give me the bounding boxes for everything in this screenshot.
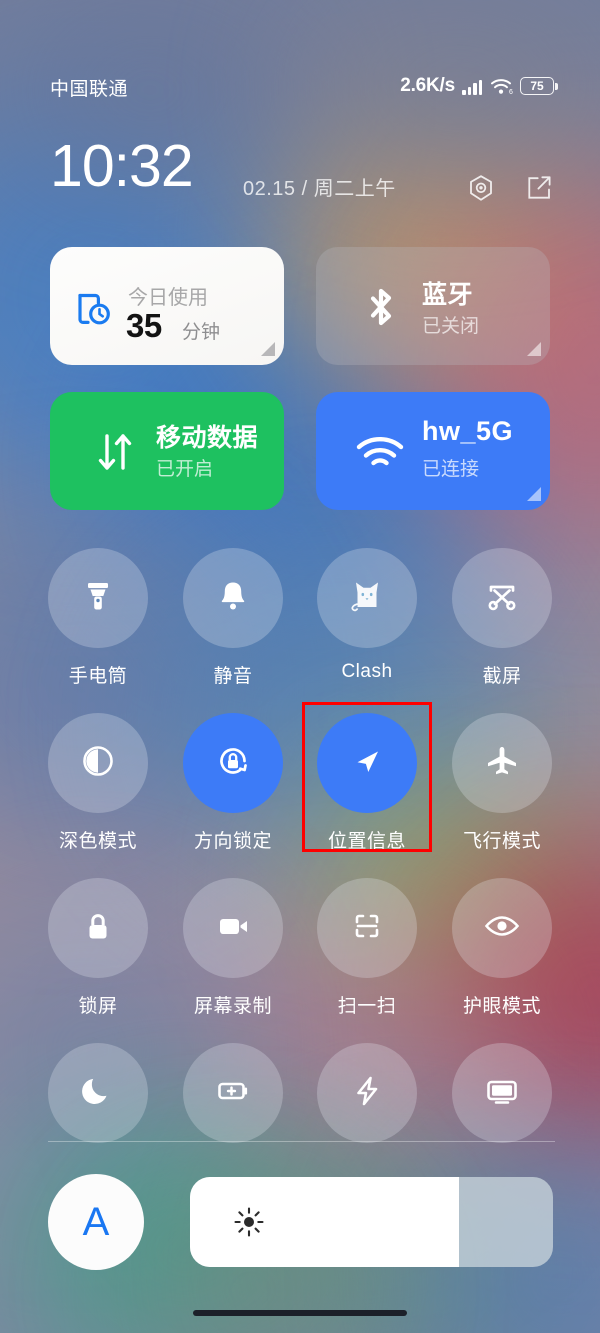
toggle-row-2: 深色模式 方向锁定 位置信息 飞行模式 <box>0 713 600 878</box>
screen-time-title: 今日使用 <box>128 287 208 309</box>
moon-icon <box>76 1069 120 1118</box>
svg-text:6: 6 <box>509 89 513 95</box>
toggle-orientation-lock[interactable]: 方向锁定 <box>183 713 283 853</box>
toggle-label: 飞行模式 <box>462 831 541 852</box>
screen-time-unit: 分钟 <box>182 322 221 343</box>
tile-wifi[interactable]: hw_5G 已连接 <box>316 392 550 510</box>
toggle-label: 深色模式 <box>58 831 137 852</box>
battery-level-label: 75 <box>530 79 544 93</box>
toggle-row-3: 锁屏 屏幕录制 扫一扫 护眼模式 <box>0 878 600 1043</box>
wifi-6-icon: 6 <box>489 77 513 96</box>
battery-icon: 75 <box>520 77 558 95</box>
bluetooth-title: 蓝牙 <box>422 281 474 309</box>
location-arrow-icon <box>345 739 389 788</box>
toggle-label: 方向锁定 <box>193 831 272 852</box>
padlock-icon <box>76 904 120 953</box>
hexagon-settings-icon[interactable] <box>466 173 496 203</box>
auto-brightness-button[interactable]: A <box>48 1174 144 1270</box>
sun-icon <box>232 1205 266 1239</box>
toggle-screen-record[interactable]: 屏幕录制 <box>183 878 283 1018</box>
contrast-circle-icon <box>76 739 120 788</box>
battery-plus-icon <box>211 1069 255 1118</box>
toggle-scan[interactable]: 扫一扫 <box>317 878 417 1018</box>
toggle-label: 锁屏 <box>78 996 118 1017</box>
phone-clock-icon <box>74 289 114 329</box>
network-speed-label: 2.6K/s <box>400 75 455 96</box>
toggle-location[interactable]: 位置信息 <box>317 713 417 853</box>
toggle-eye-care[interactable]: 护眼模式 <box>452 878 552 1018</box>
clock-header: 10:32 02.15 / 周二上午 <box>50 137 554 205</box>
wifi-icon <box>356 436 404 470</box>
toggle-label: 截屏 <box>482 666 522 687</box>
toggle-do-not-disturb[interactable] <box>48 1043 148 1143</box>
screen-time-value: 35 <box>126 307 162 344</box>
bell-icon <box>211 574 255 623</box>
video-camera-icon <box>211 904 255 953</box>
status-bar: 中国联通 2.6K/s 6 75 <box>0 74 600 104</box>
toggle-label: 屏幕录制 <box>193 996 272 1017</box>
resize-handle[interactable] <box>527 487 541 501</box>
toggle-label: 扫一扫 <box>337 996 397 1017</box>
resize-handle[interactable] <box>261 342 275 356</box>
wifi-status: 已连接 <box>422 459 480 480</box>
brightness-slider[interactable] <box>190 1177 553 1267</box>
toggle-cast-screen[interactable] <box>452 1043 552 1143</box>
toggle-flashlight[interactable]: 手电筒 <box>48 548 148 688</box>
toggle-row-4 <box>0 1043 600 1173</box>
toggle-label: Clash <box>341 661 393 682</box>
toggle-label: 位置信息 <box>327 831 406 852</box>
clock-date: 02.15 / 周二上午 <box>243 178 396 200</box>
toggle-lock-screen[interactable]: 锁屏 <box>48 878 148 1018</box>
cellular-signal-icon <box>462 78 482 95</box>
auto-brightness-label: A <box>82 1200 110 1244</box>
scan-frame-icon <box>345 904 389 953</box>
section-divider <box>48 1141 555 1142</box>
toggle-screenshot[interactable]: 截屏 <box>452 548 552 688</box>
eye-icon <box>480 904 524 953</box>
lightning-bolt-icon <box>345 1069 389 1118</box>
bluetooth-icon <box>360 284 402 330</box>
toggle-battery-saver[interactable] <box>183 1043 283 1143</box>
cat-icon <box>344 573 390 624</box>
quick-toggle-grid: 手电筒 静音 Clash 截屏 深色模式 方向锁定 位置信息 飞行模式 锁屏 屏… <box>0 548 600 1173</box>
brightness-row: A <box>0 1174 600 1270</box>
airplane-icon <box>480 739 524 788</box>
bluetooth-status: 已关闭 <box>422 316 480 337</box>
resize-handle[interactable] <box>527 342 541 356</box>
flashlight-icon <box>76 574 120 623</box>
toggle-clash[interactable]: Clash <box>317 548 417 683</box>
scissors-icon <box>480 574 524 623</box>
toggle-fast-charge[interactable] <box>317 1043 417 1143</box>
toggle-silent[interactable]: 静音 <box>183 548 283 688</box>
tile-screen-time[interactable]: 今日使用 35 分钟 <box>50 247 284 365</box>
clock-time: 10:32 <box>50 133 194 199</box>
mobile-data-title: 移动数据 <box>156 424 259 452</box>
toggle-label: 手电筒 <box>68 666 128 687</box>
carrier-label: 中国联通 <box>50 79 129 100</box>
toggle-airplane-mode[interactable]: 飞行模式 <box>452 713 552 853</box>
wifi-ssid: hw_5G <box>422 416 514 446</box>
toggle-dark-mode[interactable]: 深色模式 <box>48 713 148 853</box>
data-arrows-icon <box>96 432 134 472</box>
mobile-data-status: 已开启 <box>156 459 214 480</box>
edit-square-icon[interactable] <box>524 173 554 203</box>
home-indicator <box>193 1310 407 1316</box>
tile-bluetooth[interactable]: 蓝牙 已关闭 <box>316 247 550 365</box>
tile-mobile-data[interactable]: 移动数据 已开启 <box>50 392 284 510</box>
monitor-icon <box>480 1069 524 1118</box>
toggle-row-1: 手电筒 静音 Clash 截屏 <box>0 548 600 713</box>
rotation-lock-icon <box>211 739 255 788</box>
toggle-label: 护眼模式 <box>462 996 541 1017</box>
toggle-label: 静音 <box>213 666 253 687</box>
